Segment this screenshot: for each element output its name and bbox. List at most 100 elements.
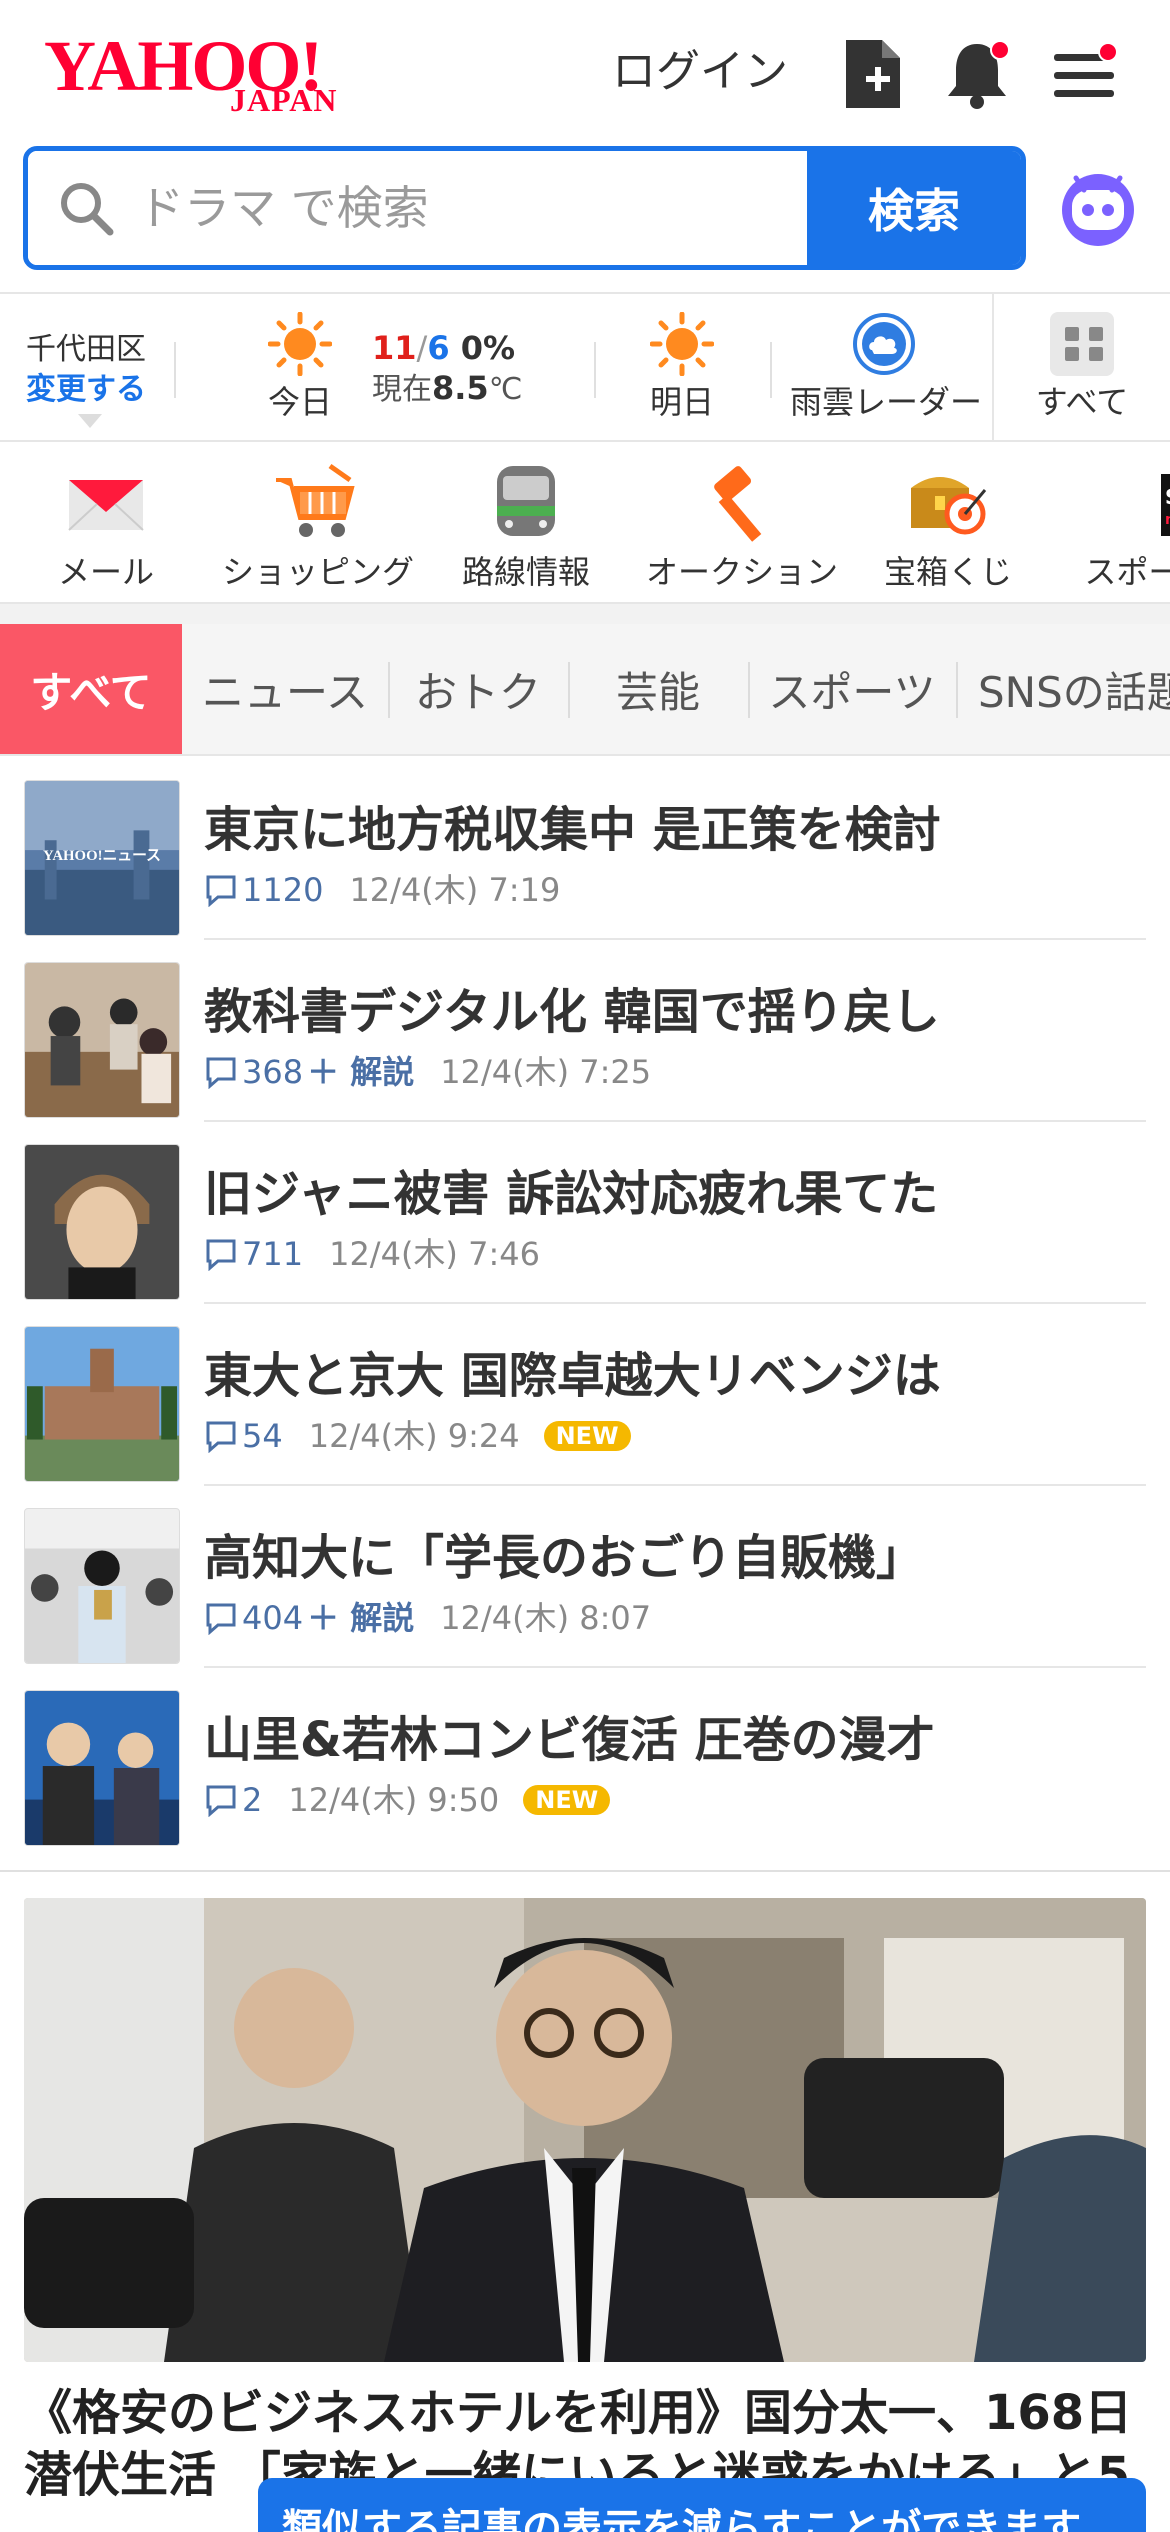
news-date: 12/4(木) 7:25 — [440, 1053, 652, 1091]
news-meta: 368 ＋ 解説 12/4(木) 7:25 — [204, 1052, 651, 1092]
temp-low: 6 — [427, 329, 450, 367]
news-item[interactable]: 東大と京大 国際卓越大リベンジは 54 12/4(木) 9:24 NEW — [0, 1304, 1170, 1486]
news-item[interactable]: 高知大に「学長のおごり自販機」 404 ＋ 解説 12/4(木) 8:07 — [0, 1486, 1170, 1668]
today-label: 今日 — [267, 383, 332, 421]
comment-count: 368 — [242, 1053, 304, 1091]
service-shopping[interactable]: ショッピング — [222, 462, 414, 592]
temp-high: 11 — [372, 329, 417, 367]
sun-icon — [268, 312, 332, 376]
search-bar: 検索 — [23, 146, 1026, 270]
news-meta: 711 12/4(木) 7:46 — [204, 1234, 540, 1274]
all-label: すべて — [1035, 383, 1129, 421]
search-field[interactable] — [28, 151, 807, 265]
news-date: 12/4(木) 7:19 — [349, 871, 561, 909]
location-name: 千代田区 — [26, 332, 146, 367]
ai-assistant-icon[interactable] — [1058, 168, 1138, 248]
news-item[interactable]: YAHOO!ニュース 東京に地方税収集中 是正策を検討 1120 12/4(木)… — [0, 758, 1170, 940]
new-document-icon[interactable] — [838, 36, 908, 112]
spacer — [0, 604, 1170, 624]
location-selector[interactable]: 千代田区 変更する — [26, 330, 146, 410]
commentary-label: ＋ 解説 — [307, 1053, 415, 1091]
feedback-toast[interactable]: 類似する記事の表示を減らすことができます — [258, 2478, 1146, 2532]
news-date: 12/4(木) 7:46 — [329, 1235, 540, 1273]
divider — [770, 342, 772, 398]
service-auction[interactable]: オークション — [646, 462, 838, 592]
news-item[interactable]: 旧ジャニ被害 訴訟対応疲れ果てた 711 12/4(木) 7:46 — [0, 1122, 1170, 1304]
rain-radar-label: 雨雲レーダー — [790, 383, 983, 421]
comment-icon — [206, 1421, 236, 1453]
notification-bell-icon[interactable] — [942, 36, 1012, 112]
divider — [174, 342, 176, 398]
news-thumbnail — [24, 1326, 180, 1482]
mail-icon — [61, 462, 151, 546]
divider — [594, 342, 596, 398]
svg-text:Spo: Spo — [1165, 485, 1170, 509]
tab-entertainment[interactable]: 芸能 — [570, 624, 746, 754]
now-prefix: 現在 — [372, 372, 432, 407]
news-title: 旧ジャニ被害 訴訟対応疲れ果てた — [204, 1166, 939, 1222]
service-label: スポーツ — [1084, 553, 1170, 591]
news-date: 12/4(木) 9:50 — [288, 1781, 500, 1819]
yahoo-news-watermark: YAHOO!ニュース — [43, 848, 161, 864]
service-label: メール — [57, 553, 154, 591]
logo-sub-text: JAPAN — [230, 82, 338, 118]
weather-tomorrow[interactable]: 明日 — [648, 312, 716, 422]
divider — [0, 1870, 1170, 1872]
news-thumbnail — [24, 1508, 180, 1664]
comment-count: 404 — [242, 1599, 304, 1637]
rain-radar[interactable]: 雨雲レーダー — [790, 312, 983, 422]
change-location-link[interactable]: 変更する — [26, 370, 146, 410]
notification-dot — [990, 40, 1010, 60]
tab-all[interactable]: すべて — [0, 624, 182, 754]
search-input[interactable] — [138, 181, 788, 235]
news-thumbnail — [24, 1690, 180, 1846]
feature-article-image[interactable] — [24, 1898, 1146, 2362]
auction-gavel-icon — [694, 462, 784, 546]
search-button[interactable]: 検索 — [807, 151, 1021, 265]
news-thumbnail — [24, 962, 180, 1118]
news-item[interactable]: 教科書デジタル化 韓国で揺り戻し 368 ＋ 解説 12/4(木) 7:25 — [0, 940, 1170, 1122]
commentary-label: ＋ 解説 — [307, 1599, 415, 1637]
tab-news[interactable]: ニュース — [190, 624, 380, 754]
weather-today[interactable]: 今日 — [266, 312, 334, 422]
rain-chance: 0% — [460, 329, 516, 367]
service-label: 路線情報 — [462, 553, 591, 591]
grid-icon — [1050, 312, 1114, 376]
comment-icon — [206, 1239, 236, 1271]
service-transit[interactable]: 路線情報 — [462, 462, 590, 592]
yahoo-japan-logo[interactable]: YAHOO! JAPAN — [44, 30, 364, 120]
divider — [956, 662, 958, 718]
comment-count: 1120 — [242, 871, 324, 909]
search-icon — [61, 183, 114, 236]
service-sports[interactable]: Spo nav スポーツ — [1068, 462, 1170, 592]
tomorrow-label: 明日 — [649, 383, 714, 421]
divider — [748, 662, 750, 718]
comment-count: 2 — [242, 1781, 263, 1819]
category-tabs: すべて ニュース おトク 芸能 スポーツ SNSの話題 — [0, 624, 1170, 756]
weather-all[interactable]: すべて — [1030, 312, 1134, 422]
sun-icon — [650, 312, 714, 376]
news-date: 12/4(木) 8:07 — [440, 1599, 652, 1637]
sports-navi-icon: Spo nav — [1103, 462, 1170, 546]
svg-text:nav: nav — [1165, 512, 1170, 528]
hamburger-menu-icon[interactable] — [1050, 36, 1120, 112]
service-mail[interactable]: メール — [46, 462, 166, 592]
tab-sports[interactable]: スポーツ — [752, 624, 952, 754]
new-badge: NEW — [523, 1785, 611, 1815]
app-header: YAHOO! JAPAN ログイン — [0, 0, 1170, 145]
news-item[interactable]: 山里&若林コンビ復活 圧巻の漫才 2 12/4(木) 9:50 NEW — [0, 1668, 1170, 1850]
menu-dot — [1098, 42, 1118, 62]
comment-count: 54 — [242, 1417, 283, 1455]
tab-sns[interactable]: SNSの話題 — [960, 624, 1170, 754]
news-title: 教科書デジタル化 韓国で揺り戻し — [204, 984, 940, 1040]
news-meta: 404 ＋ 解説 12/4(木) 8:07 — [204, 1598, 651, 1638]
service-treasure[interactable]: 宝箱くじ — [884, 462, 1012, 592]
rain-radar-icon — [853, 313, 915, 375]
news-thumbnail — [24, 1144, 180, 1300]
comment-icon — [206, 875, 236, 907]
tab-deals[interactable]: おトク — [392, 624, 564, 754]
news-meta: 2 12/4(木) 9:50 NEW — [204, 1780, 611, 1820]
news-meta: 54 12/4(木) 9:24 NEW — [204, 1416, 631, 1456]
login-link[interactable]: ログイン — [612, 44, 788, 100]
news-title: 高知大に「学長のおごり自販機」 — [204, 1530, 925, 1586]
